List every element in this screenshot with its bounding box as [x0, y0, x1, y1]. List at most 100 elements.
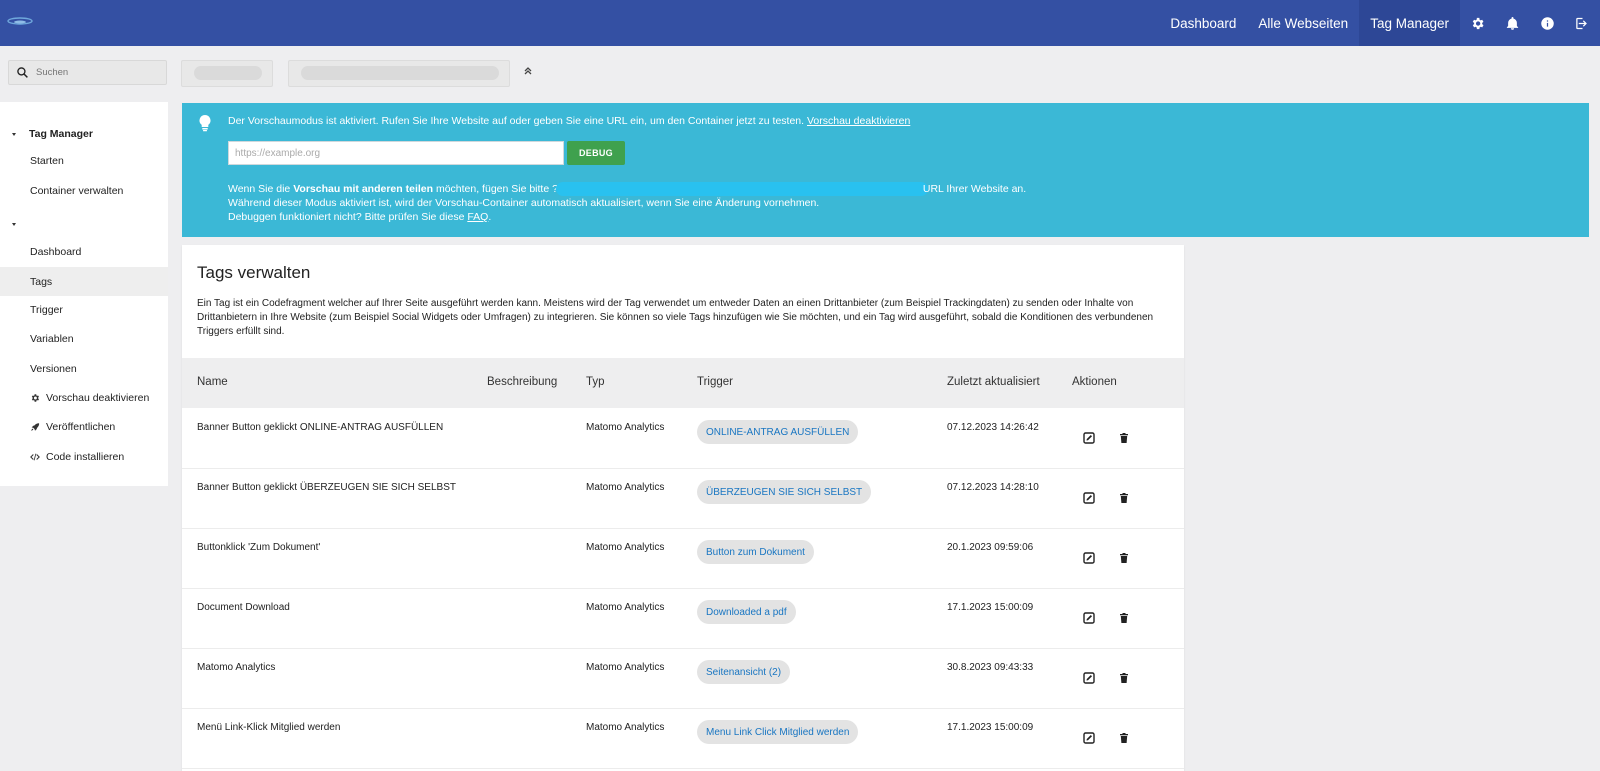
table-row[interactable]: Buttonklick 'Zum Dokument' Matomo Analyti…: [182, 528, 1184, 589]
sidebar-item-dashboard[interactable]: Dashboard: [0, 238, 168, 266]
trash-icon[interactable]: [1116, 730, 1132, 746]
table-row[interactable]: Banner Button geklickt ONLINE-ANTRAG AUS…: [182, 408, 1184, 469]
nav-dashboard[interactable]: Dashboard: [1159, 0, 1247, 46]
edit-icon[interactable]: [1081, 550, 1097, 566]
website-selector-redacted: [194, 66, 262, 80]
search-input[interactable]: [34, 66, 158, 79]
page-description: Ein Tag ist ein Codefragment welcher auf…: [197, 298, 1154, 337]
sidebar-item-label: Container verwalten: [30, 185, 124, 197]
column-header-trigger[interactable]: Trigger: [697, 376, 733, 388]
trash-icon[interactable]: [1116, 430, 1132, 446]
sidebar: Tag Manager Starten Container verwalten …: [0, 102, 168, 486]
column-header-last-updated[interactable]: Zuletzt aktualisiert: [947, 376, 1040, 388]
column-header-type[interactable]: Typ: [586, 376, 605, 388]
disable-preview-link[interactable]: Vorschau deaktivieren: [807, 115, 910, 127]
sidebar-item-starten[interactable]: Starten: [0, 147, 168, 175]
last-updated: 07.12.2023 14:26:42: [947, 422, 1039, 433]
last-updated: 30.8.2023 09:43:33: [947, 662, 1034, 673]
trigger-chip[interactable]: Seitenansicht (2): [697, 660, 791, 684]
trash-icon[interactable]: [1116, 490, 1132, 506]
share-text-bold: Vorschau mit anderen teilen: [293, 182, 434, 195]
trigger-chip[interactable]: Downloaded a pdf: [697, 600, 796, 624]
sidebar-section-tag-manager[interactable]: Tag Manager: [0, 122, 168, 146]
caret-down-icon: [12, 132, 16, 136]
top-navigation-bar: Dashboard Alle Webseiten Tag Manager: [0, 0, 1600, 46]
trigger-chip[interactable]: Button zum Dokument: [697, 540, 814, 564]
edit-icon[interactable]: [1081, 430, 1097, 446]
edit-icon[interactable]: [1081, 490, 1097, 506]
sidebar-item-label: Variablen: [30, 333, 74, 345]
tag-type: Matomo Analytics: [586, 722, 665, 733]
sidebar-item-code-installieren[interactable]: Code installieren: [0, 443, 168, 471]
share-text-part: Wenn Sie die: [228, 182, 291, 195]
last-updated: 17.1.2023 15:00:09: [947, 722, 1034, 733]
tag-name[interactable]: Menü Link-Klick Mitglied werden: [197, 722, 340, 733]
rocket-icon: [31, 423, 40, 431]
tag-name[interactable]: Banner Button geklickt ONLINE-ANTRAG AUS…: [197, 422, 443, 433]
tag-name[interactable]: Matomo Analytics: [197, 662, 275, 673]
container-selector-redacted: [301, 66, 499, 80]
trigger-chip[interactable]: ONLINE-ANTRAG AUSFÜLLEN: [697, 420, 859, 444]
faq-text-part: Debuggen funktioniert nicht? Bitte prüfe…: [228, 211, 465, 223]
trigger-chip[interactable]: ÜBERZEUGEN SIE SICH SELBST: [697, 480, 872, 504]
faq-text-end: .: [488, 211, 492, 223]
table-row[interactable]: Document Download Matomo Analytics Downloa…: [182, 588, 1184, 649]
faq-link[interactable]: FAQ: [467, 211, 488, 223]
preview-info-message: Der Vorschaumodus ist aktiviert. Rufen S…: [228, 115, 805, 127]
container-selector[interactable]: [288, 60, 510, 87]
chevron-double-up-icon[interactable]: [523, 66, 533, 76]
caret-down-icon: [12, 222, 16, 226]
sidebar-item-versionen[interactable]: Versionen: [0, 355, 168, 383]
sidebar-item-tags[interactable]: Tags: [0, 267, 168, 296]
tag-name[interactable]: Buttonklick 'Zum Dokument': [197, 542, 320, 553]
page-title: Tags verwalten: [197, 263, 311, 282]
sidebar-item-variablen[interactable]: Variablen: [0, 325, 168, 353]
sidebar-item-label: Versionen: [30, 363, 77, 375]
column-header-name[interactable]: Name: [197, 376, 228, 388]
column-header-actions: Aktionen: [1072, 376, 1117, 388]
table-row[interactable]: Menü Link-Klick Mitglied werden Matomo An…: [182, 708, 1184, 769]
table-row[interactable]: Matomo Analytics Matomo Analytics Seitenan…: [182, 648, 1184, 709]
sidebar-item-veroeffentlichen[interactable]: Veröffentlichen: [0, 413, 168, 441]
nav-tag-manager[interactable]: Tag Manager: [1359, 0, 1460, 46]
tags-card: Tags verwalten Ein Tag ist ein Codefragm…: [182, 245, 1184, 771]
gear-icon[interactable]: [1460, 0, 1495, 46]
trash-icon[interactable]: [1116, 550, 1132, 566]
tag-name[interactable]: Document Download: [197, 602, 290, 613]
share-text-part: möchten, fügen Sie bitte ?: [435, 182, 558, 195]
sidebar-section-label: Tag Manager: [29, 128, 93, 140]
search-box[interactable]: [8, 60, 167, 85]
edit-icon[interactable]: [1081, 730, 1097, 746]
column-header-description[interactable]: Beschreibung: [487, 376, 557, 388]
last-updated: 07.12.2023 14:28:10: [947, 482, 1039, 493]
sidebar-item-vorschau-deaktivieren[interactable]: Vorschau deaktivieren: [0, 384, 168, 412]
preview-info-text: Der Vorschaumodus ist aktiviert. Rufen S…: [228, 115, 910, 127]
edit-icon[interactable]: [1081, 670, 1097, 686]
sidebar-section-container[interactable]: [0, 212, 168, 236]
trash-icon[interactable]: [1116, 670, 1132, 686]
sidebar-item-label: Tags: [30, 275, 53, 288]
website-selector[interactable]: [181, 60, 273, 87]
sidebar-item-label: Starten: [30, 155, 64, 167]
bell-icon[interactable]: [1495, 0, 1530, 46]
sidebar-item-container-verwalten[interactable]: Container verwalten: [0, 177, 168, 205]
sidebar-item-label: Veröffentlichen: [46, 421, 116, 433]
preview-url-input[interactable]: [228, 141, 564, 165]
lightbulb-icon: [199, 115, 211, 132]
logout-icon[interactable]: [1565, 0, 1600, 46]
sidebar-item-label: Code installieren: [46, 451, 125, 463]
trash-icon[interactable]: [1116, 610, 1132, 626]
trigger-chip[interactable]: Menu Link Click Mitglied werden: [697, 720, 859, 744]
info-icon[interactable]: [1530, 0, 1565, 46]
table-row[interactable]: Banner Button geklickt ÜBERZEUGEN SIE SI…: [182, 468, 1184, 529]
edit-icon[interactable]: [1081, 610, 1097, 626]
tag-name[interactable]: Banner Button geklickt ÜBERZEUGEN SIE SI…: [197, 482, 456, 493]
preview-mode-banner: Der Vorschaumodus ist aktiviert. Rufen S…: [182, 103, 1589, 237]
nav-all-websites[interactable]: Alle Webseiten: [1247, 0, 1359, 46]
sidebar-item-trigger[interactable]: Trigger: [0, 296, 168, 324]
debug-button[interactable]: DEBUG: [567, 141, 625, 165]
sidebar-item-label: Dashboard: [30, 246, 82, 258]
sidebar-item-label: Trigger: [30, 304, 63, 316]
matomo-logo[interactable]: [6, 14, 34, 28]
last-updated: 20.1.2023 09:59:06: [947, 542, 1034, 553]
